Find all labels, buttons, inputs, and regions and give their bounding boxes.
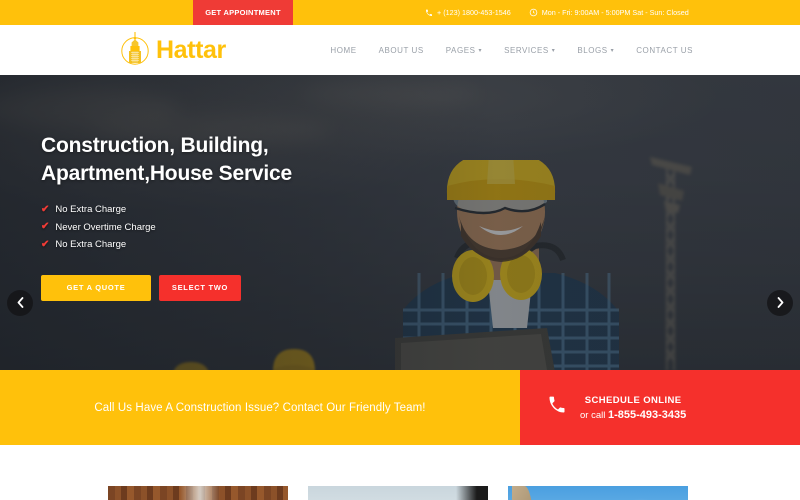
- logo-text: Hattar: [156, 35, 226, 64]
- slider-prev-button[interactable]: [7, 290, 33, 316]
- list-item: ✔ No Extra Charge: [41, 238, 127, 251]
- hero-slider: Construction, Building, Apartment,House …: [0, 75, 800, 370]
- chevron-left-icon: [17, 296, 24, 310]
- phone-icon: [425, 9, 433, 17]
- hours-info: Mon - Fri: 9:00AM - 5:00PM Sat - Sun: Cl…: [529, 8, 689, 17]
- card-skyline[interactable]: [308, 486, 488, 500]
- list-item: ✔ Never Overtime Charge: [41, 221, 156, 233]
- cta-strip: Call Us Have A Construction Issue? Conta…: [0, 370, 800, 445]
- card-blue-sky[interactable]: [508, 486, 688, 500]
- nav-item-contact-us[interactable]: CONTACT US: [625, 46, 704, 55]
- hero-button-group: GET A QUOTE SELECT TWO: [41, 274, 292, 301]
- hero-feature-list: ✔ No Extra Charge ✔ Never Overtime Charge …: [41, 204, 292, 257]
- select-two-button[interactable]: SELECT TWO: [159, 274, 241, 301]
- slider-next-button[interactable]: [767, 290, 793, 316]
- nav-item-pages[interactable]: PAGES ▾: [435, 46, 493, 55]
- chevron-down-icon: ▾: [551, 48, 556, 54]
- nav-item-home[interactable]: HOME: [319, 46, 367, 55]
- skyscraper-in-circle-icon: [118, 30, 152, 70]
- phone-number: + (123) 1800-453-1546: [437, 8, 511, 17]
- card-wood[interactable]: [108, 486, 288, 500]
- chevron-down-icon: ▾: [478, 48, 483, 54]
- phone-info[interactable]: + (123) 1800-453-1546: [425, 8, 511, 17]
- clock-icon: [529, 8, 538, 17]
- check-icon: ✔: [41, 203, 50, 215]
- schedule-online-title: SCHEDULE ONLINE: [584, 394, 682, 406]
- cta-message: Call Us Have A Construction Issue? Conta…: [94, 401, 426, 414]
- get-appointment-button[interactable]: GET APPOINTMENT: [193, 0, 293, 25]
- cta-message-panel: Call Us Have A Construction Issue? Conta…: [0, 370, 520, 445]
- check-icon: ✔: [41, 221, 50, 233]
- check-icon: ✔: [41, 238, 50, 250]
- cards-section: [0, 445, 800, 500]
- hero-content: Construction, Building, Apartment,House …: [41, 75, 292, 370]
- schedule-online-phone: or call 1-855-493-3435: [580, 408, 687, 421]
- top-bar: GET APPOINTMENT + (123) 1800-453-1546 Mo…: [0, 0, 800, 25]
- top-bar-info: + (123) 1800-453-1546 Mon - Fri: 9:00AM …: [425, 0, 689, 25]
- phone-handset-icon: [547, 395, 567, 420]
- business-hours: Mon - Fri: 9:00AM - 5:00PM Sat - Sun: Cl…: [541, 8, 689, 17]
- main-navigation: HOME ABOUT US PAGES ▾ SERVICES ▾ BLOGS ▾ CO…: [319, 25, 704, 75]
- schedule-online-panel[interactable]: SCHEDULE ONLINE or call 1-855-493-3435: [520, 370, 800, 445]
- nav-item-services[interactable]: SERVICES ▾: [493, 46, 566, 55]
- chevron-down-icon: ▾: [610, 48, 615, 54]
- site-header: Hattar HOME ABOUT US PAGES ▾ SERVICES ▾ BL…: [0, 25, 800, 75]
- nav-item-about-us[interactable]: ABOUT US: [368, 46, 435, 55]
- nav-item-blogs[interactable]: BLOGS ▾: [566, 46, 625, 55]
- list-item: ✔ No Extra Charge: [41, 203, 127, 216]
- logo[interactable]: Hattar: [118, 25, 226, 75]
- hero-title: Construction, Building, Apartment,House …: [41, 134, 292, 185]
- get-a-quote-button[interactable]: GET A QUOTE: [41, 274, 151, 301]
- chevron-right-icon: [777, 296, 784, 310]
